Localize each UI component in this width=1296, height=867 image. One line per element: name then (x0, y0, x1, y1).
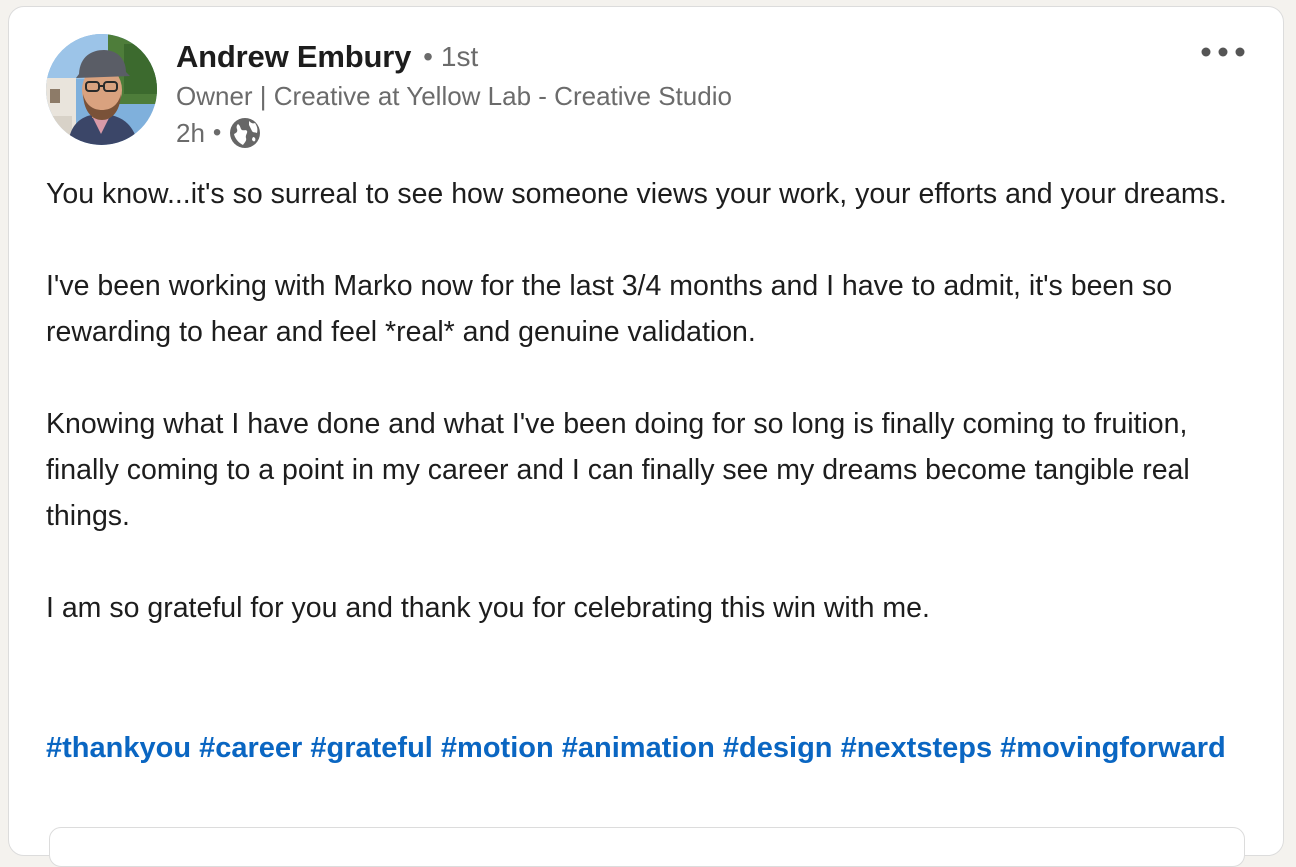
author-name[interactable]: Andrew Embury (176, 39, 411, 75)
author-name-line: Andrew Embury • 1st (176, 37, 478, 77)
embedded-preview-card[interactable] (49, 827, 1245, 867)
post-paragraph: I've been working with Marko now for the… (46, 270, 1173, 348)
hashtag-link[interactable]: #thankyou (46, 732, 191, 764)
post-paragraph: Knowing what I have done and what I've b… (46, 408, 1190, 532)
hashtag-link[interactable]: #movingforward (1000, 732, 1226, 764)
hashtag-link[interactable]: #grateful (310, 732, 432, 764)
avatar-photo (46, 34, 157, 145)
post-paragraph: I am so grateful for you and thank you f… (46, 592, 930, 624)
separator-dot: • (423, 41, 433, 72)
post-meta: 2h • (176, 115, 261, 151)
hashtag-link[interactable]: #nextsteps (841, 732, 993, 764)
hashtag-link[interactable]: #animation (562, 732, 715, 764)
hashtag-link[interactable]: #design (723, 732, 833, 764)
connection-degree: 1st (440, 41, 479, 72)
separator-dot: • (212, 119, 222, 146)
author-headline: Owner | Creative at Yellow Lab - Creativ… (176, 81, 732, 111)
hashtag-link[interactable]: #motion (441, 732, 554, 764)
globe-icon (229, 117, 261, 149)
author-avatar[interactable] (46, 34, 157, 145)
post-card: Andrew Embury • 1st Owner | Creative at … (8, 6, 1284, 867)
hashtag-list: #thankyou #career #grateful #motion #ani… (46, 725, 1226, 771)
hashtag-link[interactable]: #career (199, 732, 302, 764)
more-options-icon (1201, 47, 1245, 57)
post-time: 2h (176, 117, 205, 148)
more-options-button[interactable] (1193, 33, 1253, 71)
post-body: You know...it's so surreal to see how so… (46, 171, 1256, 677)
post-paragraph: You know...it's so surreal to see how so… (46, 178, 1227, 210)
